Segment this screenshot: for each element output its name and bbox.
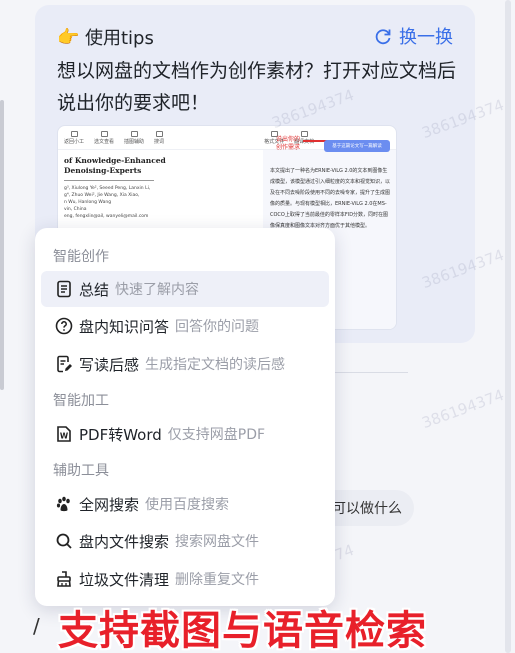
menu-item-pdf-to-word[interactable]: W PDF转Word 仅支持网盘PDF xyxy=(41,416,329,452)
menu-item-label: 垃圾文件清理 xyxy=(79,570,170,589)
refresh-button[interactable]: 换一换 xyxy=(373,23,453,49)
preview-doc-line: eng, fengxlin@ail, wanyeli@mail.com xyxy=(64,214,149,219)
overlay-banner-text: 支持截图与语音检索 xyxy=(58,608,427,653)
preview-tool: 搜词 xyxy=(154,130,164,145)
menu-item-desc: 回答你的问题 xyxy=(175,319,260,335)
scrollbar[interactable] xyxy=(505,0,511,653)
preview-doc-line: g³, Xiulong Ye², Seeed Peng, Lanxin Li, xyxy=(64,186,151,191)
menu-item-label: 写读后感 xyxy=(79,355,140,374)
menu-section-title: 智能创作 xyxy=(53,249,109,265)
command-menu: 智能创作 总结 快速了解内容 盘内知识问答 回答你的问题 写读后感 生成指定文档… xyxy=(35,228,335,606)
preview-tool: 插图辅助 xyxy=(124,130,144,145)
search-icon xyxy=(53,530,75,552)
tips-text: 想以网盘的文档作为创作素材？打开对应文档后说出你的要求吧！ xyxy=(57,60,457,114)
preview-divider xyxy=(64,180,154,181)
menu-item-label: 盘内知识问答 xyxy=(79,317,170,336)
preview-paragraph: 本文提出了一种名为ERNIE-ViLG 2.0的文本到图像生成模型，该模型通过引… xyxy=(270,168,391,229)
tips-title: 使用tips xyxy=(85,28,154,49)
preview-doc-title: of Knowledge-Enhanced xyxy=(64,156,166,165)
menu-item-desc: 快速了解内容 xyxy=(115,282,200,298)
preview-tool: 返回小工 xyxy=(64,130,84,145)
preview-doc-title: Denoising-Experts xyxy=(64,166,142,175)
pointing-hand-icon: 👉 xyxy=(57,26,80,48)
menu-item-label: 盘内文件搜索 xyxy=(79,532,170,551)
divider xyxy=(330,372,408,373)
refresh-icon xyxy=(375,29,391,45)
preview-doc-line: g⁴, Zhuo Wei², Jie Wang, Xia Xiao, xyxy=(64,193,140,198)
refresh-label: 换一换 xyxy=(399,27,453,48)
menu-item-file-search[interactable]: 盘内文件搜索 搜索网盘文件 xyxy=(41,523,329,559)
menu-item-junk-cleanup[interactable]: 垃圾文件清理 删除重复文件 xyxy=(41,561,329,597)
menu-item-desc: 使用百度搜索 xyxy=(145,497,230,513)
preview-doc-line: n Wu, Hanlong Wang xyxy=(64,200,112,205)
document-icon xyxy=(53,278,75,300)
preview-tool: 选文查看 xyxy=(94,130,114,145)
broom-icon xyxy=(53,568,75,590)
preview-doc-line: vin, China xyxy=(64,207,87,212)
menu-item-label: 总结 xyxy=(79,280,110,299)
edit-document-icon xyxy=(53,353,75,375)
paw-icon xyxy=(53,493,75,515)
menu-item-desc: 删除重复文件 xyxy=(175,572,260,588)
chat-input-slash[interactable]: / xyxy=(33,614,40,638)
menu-item-label: 全网搜索 xyxy=(79,495,140,514)
menu-item-desc: 生成指定文档的读后感 xyxy=(145,357,286,373)
menu-item-web-search[interactable]: 全网搜索 使用百度搜索 xyxy=(41,486,329,522)
menu-item-desc: 仅支持网盘PDF xyxy=(167,427,266,443)
menu-item-reflection[interactable]: 写读后感 生成指定文档的读后感 xyxy=(41,346,329,382)
menu-item-label: PDF转Word xyxy=(79,425,162,444)
tips-header: 👉 使用tips 换一换 xyxy=(57,23,453,51)
menu-item-knowledge-qa[interactable]: 盘内知识问答 回答你的问题 xyxy=(41,308,329,344)
preview-callout: 说出你的 创作需求 xyxy=(276,136,301,151)
menu-section-title: 辅助工具 xyxy=(53,463,109,479)
left-panel-edge xyxy=(0,100,4,390)
menu-section-title: 智能加工 xyxy=(53,393,109,409)
watermark: 386194374 xyxy=(419,385,507,433)
question-circle-icon xyxy=(53,315,75,337)
menu-item-summary[interactable]: 总结 快速了解内容 xyxy=(41,271,329,307)
menu-item-desc: 搜索网盘文件 xyxy=(175,534,260,550)
preview-chip: 基于这篇论文写一篇解读 xyxy=(324,140,390,152)
svg-text:W: W xyxy=(60,432,69,441)
word-file-icon: W xyxy=(53,423,75,445)
